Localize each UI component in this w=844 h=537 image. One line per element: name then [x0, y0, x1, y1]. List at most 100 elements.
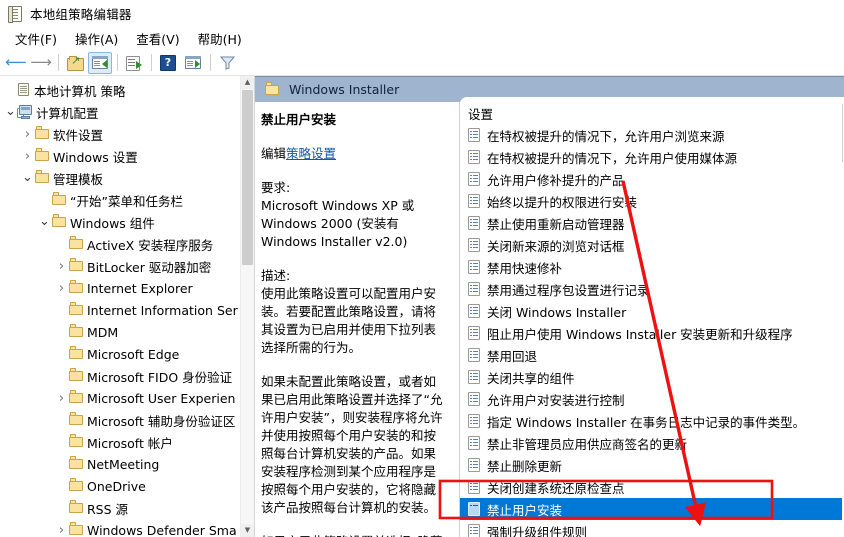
requirement-text: Microsoft Windows XP 或 Windows 2000 (安装有… [261, 197, 448, 251]
settings-list-item[interactable]: 禁止删除更新 [460, 454, 844, 476]
tree-node[interactable]: NetMeeting [0, 453, 241, 475]
back-button[interactable]: ⟵ [4, 52, 28, 74]
tree-node-label: “开始”菜单和任务栏 [70, 191, 183, 210]
scroll-thumb[interactable] [242, 90, 253, 265]
menu-help[interactable]: 帮助(H) [189, 26, 251, 51]
menu-file[interactable]: 文件(F) [6, 26, 66, 51]
policy-title: 禁止用户安装 [261, 111, 448, 129]
settings-list-item-label: 允许用户修补提升的产品 [487, 170, 625, 189]
tree-node[interactable]: RSS 源 [0, 497, 241, 519]
settings-list-item-label: 强制升级组件规则 [487, 522, 587, 537]
settings-list-item-label: 禁止非管理员应用供应商签名的更新 [487, 434, 687, 453]
chevron-down-icon[interactable]: ⌄ [38, 218, 51, 226]
tree-node[interactable]: Microsoft 帐户 [0, 431, 241, 453]
settings-list-item-label: 禁止删除更新 [487, 456, 562, 475]
folder-icon [52, 194, 67, 206]
settings-list-pane: 设置 在特权被提升的情况下，允许用户浏览来源在特权被提升的情况下，允许用户使用媒… [460, 102, 844, 537]
tree-node-label: 计算机配置 [36, 103, 99, 122]
tree-node[interactable]: OneDrive [0, 475, 241, 497]
tree-node-label: OneDrive [87, 479, 146, 494]
settings-list-item[interactable]: 允许用户对安装进行控制 [460, 388, 844, 410]
tree-node[interactable]: ActiveX 安装程序服务 [0, 233, 241, 255]
settings-list-item[interactable]: 阻止用户使用 Windows Installer 安装更新和升级程序 [460, 322, 844, 344]
tree-node[interactable]: Internet Information Ser [0, 299, 241, 321]
tree-node-label: Microsoft FIDO 身份验证 [87, 367, 232, 386]
settings-list-item[interactable]: 禁用回退 [460, 344, 844, 366]
chevron-right-icon[interactable]: › [55, 282, 68, 295]
show-hide-tree-button[interactable] [88, 52, 112, 74]
tree-node[interactable]: › 软件设置 [0, 123, 241, 145]
policy-tree[interactable]: 本地计算机 策略⌄计算机配置›软件设置›Windows 设置⌄管理模板“开始”菜… [0, 76, 241, 537]
tree-node-label: BitLocker 驱动器加密 [87, 257, 211, 276]
show-action-pane-button[interactable] [181, 52, 205, 74]
chevron-right-icon[interactable]: › [21, 128, 34, 141]
tree-node[interactable]: 本地计算机 策略 [0, 79, 241, 101]
chevron-down-icon[interactable]: ⌄ [21, 174, 34, 182]
chevron-right-icon[interactable]: › [55, 260, 68, 273]
settings-list-item[interactable]: 指定 Windows Installer 在事务日志中记录的事件类型。 [460, 410, 844, 432]
settings-list-item[interactable]: 禁止非管理员应用供应商签名的更新 [460, 432, 844, 454]
tree-node[interactable]: ›Windows Defender Sma [0, 519, 241, 537]
settings-list-item[interactable]: 禁止使用重新启动管理器 [460, 212, 844, 234]
scroll-up-icon[interactable]: ▲ [241, 76, 254, 89]
menu-view[interactable]: 查看(V) [127, 26, 188, 51]
settings-list-item-label: 关闭 Windows Installer [487, 302, 626, 321]
settings-column-header[interactable]: 设置 [460, 102, 844, 124]
policy-setting-icon [467, 370, 481, 384]
tree-node[interactable]: › BitLocker 驱动器加密 [0, 255, 241, 277]
folder-icon [35, 128, 50, 140]
chevron-right-icon[interactable]: › [55, 524, 68, 537]
chevron-right-icon[interactable]: › [55, 392, 68, 405]
folder-icon [69, 326, 84, 338]
settings-list-item[interactable]: 在特权被提升的情况下，允许用户浏览来源 [460, 124, 844, 146]
folder-icon [69, 348, 84, 360]
show-tree-icon [92, 56, 108, 69]
tree-node-label: 软件设置 [53, 125, 103, 144]
tree-node[interactable]: ›Internet Explorer [0, 277, 241, 299]
settings-list-item[interactable]: 关闭共享的组件 [460, 366, 844, 388]
settings-list-item[interactable]: 关闭创建系统还原检查点 [460, 476, 844, 498]
tree-node[interactable]: ⌄管理模板 [0, 167, 241, 189]
export-list-button[interactable] [122, 52, 146, 74]
policy-setting-icon [467, 238, 481, 252]
scroll-down-icon[interactable]: ▼ [241, 524, 254, 537]
settings-list-item-selected[interactable]: 禁止用户安装 [460, 498, 844, 520]
tree-node[interactable]: › Windows 设置 [0, 145, 241, 167]
menu-action[interactable]: 操作(A) [66, 26, 127, 51]
tree-node-label: MDM [87, 325, 118, 340]
tree-node-label: RSS 源 [87, 499, 128, 518]
help-button[interactable]: ? [156, 52, 180, 74]
tree-node-label: Windows 设置 [53, 147, 138, 166]
tree-node[interactable]: Microsoft FIDO 身份验证 [0, 365, 241, 387]
chevron-down-icon[interactable]: ⌄ [4, 108, 17, 116]
tree-node[interactable]: ⌄ 计算机配置 [0, 101, 241, 123]
settings-list-item[interactable]: 始终以提升的权限进行安装 [460, 190, 844, 212]
forward-button[interactable]: ⟶ [29, 52, 53, 74]
policy-setting-icon [467, 216, 481, 230]
settings-list-item[interactable]: 禁用通过程序包设置进行记录 [460, 278, 844, 300]
settings-list-item[interactable]: 强制升级组件规则 [460, 520, 844, 537]
settings-list-item[interactable]: 允许用户修补提升的产品 [460, 168, 844, 190]
folder-icon [69, 480, 84, 492]
tree-node[interactable]: ⌄Windows 组件 [0, 211, 241, 233]
tree-scrollbar[interactable]: ▲ ▼ [240, 76, 254, 537]
toolbar-separator-4 [210, 54, 211, 71]
settings-list-item[interactable]: 在特权被提升的情况下，允许用户使用媒体源 [460, 146, 844, 168]
tree-node[interactable]: ›Microsoft User Experien [0, 387, 241, 409]
up-folder-button[interactable]: ↗ [63, 52, 87, 74]
edit-policy-link[interactable]: 策略设置 [286, 146, 336, 161]
tree-node[interactable]: Microsoft Edge [0, 343, 241, 365]
settings-list[interactable]: 在特权被提升的情况下，允许用户浏览来源在特权被提升的情况下，允许用户使用媒体源允… [460, 124, 844, 537]
tree-node[interactable]: “开始”菜单和任务栏 [0, 189, 241, 211]
settings-list-item[interactable]: 关闭 Windows Installer [460, 300, 844, 322]
settings-list-scroll-thumb[interactable] [842, 104, 843, 162]
settings-list-item[interactable]: 关闭新来源的浏览对话框 [460, 234, 844, 256]
filter-icon [220, 56, 235, 70]
tree-node[interactable]: MDM [0, 321, 241, 343]
filter-button[interactable] [215, 52, 239, 74]
tree-node[interactable]: Microsoft 辅助身份验证区 [0, 409, 241, 431]
toolbar-separator [58, 54, 59, 71]
chevron-right-icon[interactable]: › [21, 150, 34, 163]
settings-list-item[interactable]: 禁用快速修补 [460, 256, 844, 278]
settings-list-item-label: 关闭新来源的浏览对话框 [487, 236, 625, 255]
